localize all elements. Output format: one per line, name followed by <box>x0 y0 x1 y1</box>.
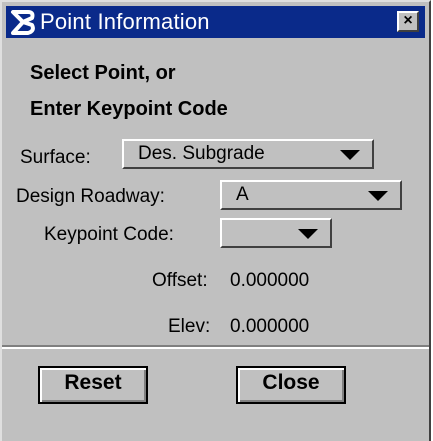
close-button[interactable]: Close <box>236 366 346 404</box>
keypoint-code-label: Keypoint Code: <box>44 224 174 245</box>
divider-highlight <box>2 347 429 349</box>
offset-label: Offset: <box>152 270 208 291</box>
design-roadway-label: Design Roadway: <box>16 186 165 207</box>
surface-dropdown[interactable]: Des. Subgrade <box>122 139 374 169</box>
instruction-line-1: Select Point, or <box>30 62 176 84</box>
point-information-dialog: Point Information × Select Point, or Ent… <box>0 0 431 441</box>
close-icon: × <box>403 12 413 29</box>
bentley-b-icon <box>11 10 35 35</box>
design-roadway-dropdown[interactable]: A <box>220 180 402 210</box>
surface-value: Des. Subgrade <box>138 143 265 164</box>
design-roadway-value: A <box>236 184 249 205</box>
surface-label: Surface: <box>20 147 91 168</box>
title-bar[interactable]: Point Information × <box>6 6 425 38</box>
keypoint-code-dropdown[interactable] <box>220 218 332 248</box>
reset-button[interactable]: Reset <box>38 366 148 404</box>
elev-label: Elev: <box>168 316 211 337</box>
chevron-down-icon <box>298 229 318 239</box>
chevron-down-icon <box>340 150 360 160</box>
window-title: Point Information <box>40 9 210 34</box>
instruction-line-2: Enter Keypoint Code <box>30 98 228 120</box>
chevron-down-icon <box>368 191 388 201</box>
close-window-button[interactable]: × <box>397 11 419 32</box>
offset-value: 0.000000 <box>230 270 310 291</box>
elev-value: 0.000000 <box>230 316 310 337</box>
